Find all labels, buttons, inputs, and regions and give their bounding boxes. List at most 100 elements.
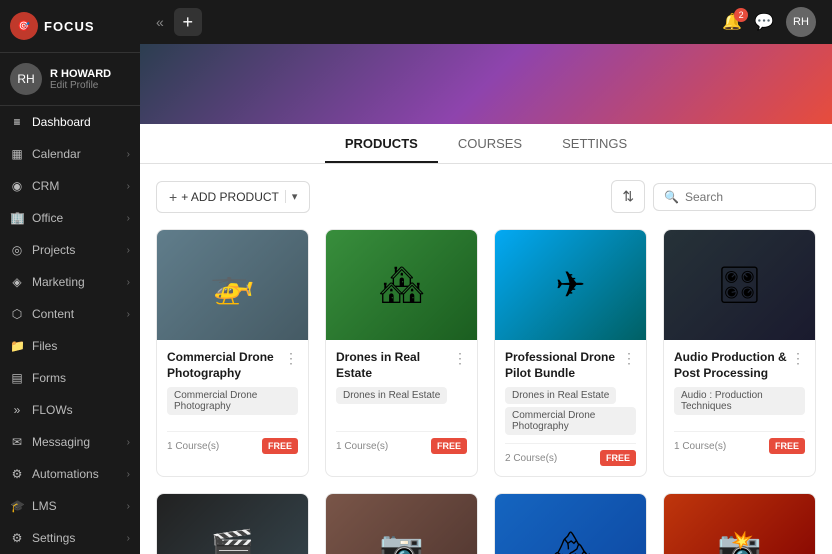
search-input[interactable] [685,190,805,204]
product-card[interactable]: 🎬 Cinematography Bundle ⋮ Cinematography… [156,493,309,554]
products-toolbar: + + ADD PRODUCT ▾ ⇅ 🔍 [156,180,816,213]
sidebar-item-crm[interactable]: ◉CRM › [0,170,140,202]
chevron-icon: › [127,277,130,288]
search-box: 🔍 [653,183,816,211]
card-footer: 1 Course(s) FREE [336,431,467,454]
sidebar-item-dashboard[interactable]: ≡Dashboard [0,106,140,138]
tab-settings[interactable]: SETTINGS [542,126,647,163]
sidebar-item-calendar[interactable]: ▦Calendar › [0,138,140,170]
card-tags: Drones in Real Estate [336,387,467,423]
add-button[interactable]: + [174,8,202,36]
logo-text: FOCUS [44,19,95,34]
tab-courses[interactable]: COURSES [438,126,542,163]
content-icon: ⬡ [10,307,24,321]
search-icon: 🔍 [664,190,679,204]
card-title: Professional Drone Pilot Bundle [505,350,618,381]
sort-button[interactable]: ⇅ [611,180,645,213]
card-menu-button[interactable]: ⋮ [787,350,805,367]
sidebar-item-files[interactable]: 📁Files [0,330,140,362]
card-header: Audio Production & Post Processing ⋮ [674,350,805,381]
card-tag: Commercial Drone Photography [167,387,298,415]
content-label: Content [32,307,74,321]
automations-icon: ⚙ [10,467,24,481]
forms-icon: ▤ [10,371,24,385]
settings-label: Settings [32,531,75,545]
card-body: Commercial Drone Photography ⋮ Commercia… [157,340,308,464]
notification-badge: 2 [734,8,748,22]
card-courses-count: 1 Course(s) [336,441,388,452]
card-courses-count: 1 Course(s) [674,441,726,452]
calendar-label: Calendar [32,147,81,161]
sidebar-item-content[interactable]: ⬡Content › [0,298,140,330]
product-card[interactable]: 🏔 Landscape Photography: Basics ⋮ Landsc… [494,493,647,554]
sidebar-item-settings[interactable]: ⚙Settings › [0,522,140,554]
topbar-left: « + [156,8,202,36]
card-tag: Commercial Drone Photography [505,407,636,435]
card-courses-count: 1 Course(s) [167,441,219,452]
add-product-label: + ADD PRODUCT [181,190,279,204]
chevron-icon: › [127,501,130,512]
sidebar-item-projects[interactable]: ◎Projects › [0,234,140,266]
avatar: RH [10,63,42,95]
sidebar-item-forms[interactable]: ▤Forms [0,362,140,394]
product-card[interactable]: 📸 Photography: Beginner Series ⋮ Photogr… [663,493,816,554]
user-avatar-button[interactable]: RH [786,7,816,37]
card-header: Professional Drone Pilot Bundle ⋮ [505,350,636,381]
card-footer: 2 Course(s) FREE [505,443,636,466]
plus-icon: + [169,189,177,205]
add-product-button[interactable]: + + ADD PRODUCT ▾ [156,181,310,213]
chevron-icon: › [127,181,130,192]
profile-name: R HOWARD [50,68,111,80]
card-menu-button[interactable]: ⋮ [280,350,298,367]
card-tag: Audio : Production Techniques [674,387,805,415]
topbar: « + 🔔 2 💬 RH [140,0,832,44]
card-image: 🚁 [157,230,308,340]
product-card[interactable]: 🎛 Audio Production & Post Processing ⋮ A… [663,229,816,477]
sidebar-item-flows[interactable]: »FLOWs [0,394,140,426]
dropdown-arrow-icon: ▾ [285,190,298,203]
dashboard-icon: ≡ [10,115,24,129]
notifications-button[interactable]: 🔔 2 [722,12,742,32]
chat-button[interactable]: 💬 [754,12,774,32]
card-image: 🏘 [326,230,477,340]
sidebar-item-marketing[interactable]: ◈ Marketing › [0,266,140,298]
profile-info: R HOWARD Edit Profile [50,68,111,91]
projects-icon: ◎ [10,243,24,257]
product-card[interactable]: 🏘 Drones in Real Estate ⋮ Drones in Real… [325,229,478,477]
product-card[interactable]: ✈ Professional Drone Pilot Bundle ⋮ Dron… [494,229,647,477]
tab-products[interactable]: PRODUCTS [325,126,438,163]
tab-bar: PRODUCTS COURSES SETTINGS [140,124,832,164]
card-image: 🏔 [495,494,646,554]
card-header: Commercial Drone Photography ⋮ [167,350,298,381]
card-menu-button[interactable]: ⋮ [618,350,636,367]
chevron-icon: › [127,213,130,224]
card-title: Commercial Drone Photography [167,350,280,381]
marketing-label: Marketing [32,275,85,289]
marketing-icon: ◈ [10,275,24,289]
card-menu-button[interactable]: ⋮ [449,350,467,367]
edit-profile-link[interactable]: Edit Profile [50,80,111,91]
sidebar-nav: ≡Dashboard ▦Calendar › ◉CRM › 🏢Office › … [0,106,140,554]
toolbar-right: ⇅ 🔍 [611,180,816,213]
card-courses-count: 2 Course(s) [505,453,557,464]
card-image: 📷 [326,494,477,554]
card-tags: Commercial Drone Photography [167,387,298,423]
sidebar-item-automations[interactable]: ⚙Automations › [0,458,140,490]
sidebar-profile[interactable]: RH R HOWARD Edit Profile [0,53,140,106]
free-badge: FREE [769,438,805,454]
collapse-button[interactable]: « [156,14,164,30]
card-image: 🎛 [664,230,815,340]
sidebar-item-office[interactable]: 🏢Office › [0,202,140,234]
sidebar-item-lms[interactable]: 🎓LMS › [0,490,140,522]
product-card[interactable]: 🚁 Commercial Drone Photography ⋮ Commerc… [156,229,309,477]
main-content: « + 🔔 2 💬 RH PRODUCTS COURSES SETTINGS [140,0,832,554]
messaging-icon: ✉ [10,435,24,449]
calendar-icon: ▦ [10,147,24,161]
sidebar-item-messaging[interactable]: ✉Messaging › [0,426,140,458]
card-image: ✈ [495,230,646,340]
flows-label: FLOWs [32,403,73,417]
free-badge: FREE [600,450,636,466]
product-card[interactable]: 📷 The Practicing Photographer ⋮ Photogra… [325,493,478,554]
automations-label: Automations [32,467,99,481]
lms-label: LMS [32,499,57,513]
